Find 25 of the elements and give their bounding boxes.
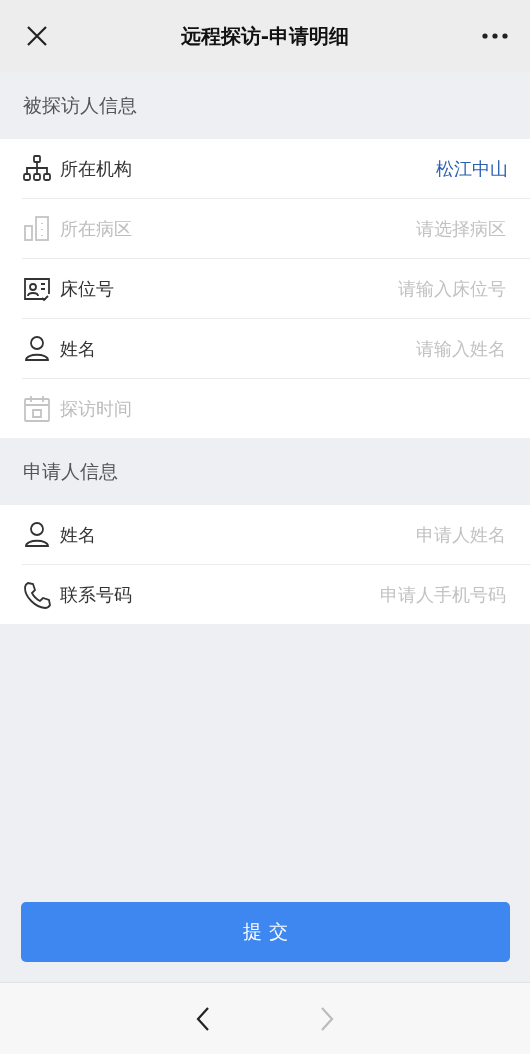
close-button[interactable]: [26, 25, 48, 47]
more-button[interactable]: [482, 33, 508, 39]
person-icon: [22, 333, 52, 364]
input-field[interactable]: 请输入姓名: [284, 337, 508, 360]
building-icon: [22, 213, 52, 244]
field-label: 联系号码: [60, 582, 132, 607]
submit-button[interactable]: 提 交: [21, 902, 510, 962]
field-label: 探访时间: [60, 396, 132, 421]
hierarchy-icon: [22, 153, 52, 184]
field-label: 姓名: [60, 522, 96, 547]
section-title: 申请人信息: [22, 458, 119, 484]
page-title: 远程探访-申请明细: [180, 22, 350, 50]
back-button[interactable]: [196, 1005, 210, 1032]
field-label: 所在机构: [60, 156, 132, 181]
person-icon: [22, 519, 52, 550]
phone-icon: [22, 579, 52, 610]
field-label: 床位号: [60, 276, 114, 301]
field-value[interactable]: 松江中山: [436, 156, 508, 181]
input-field[interactable]: 申请人手机号码: [284, 583, 508, 606]
input-field[interactable]: 请输入床位号: [284, 277, 508, 300]
calendar-icon: [22, 393, 52, 424]
section-title: 被探访人信息: [22, 92, 138, 118]
field-label: 所在病区: [60, 216, 132, 241]
input-field[interactable]: 申请人姓名: [284, 523, 508, 546]
field-label: 姓名: [60, 336, 96, 361]
